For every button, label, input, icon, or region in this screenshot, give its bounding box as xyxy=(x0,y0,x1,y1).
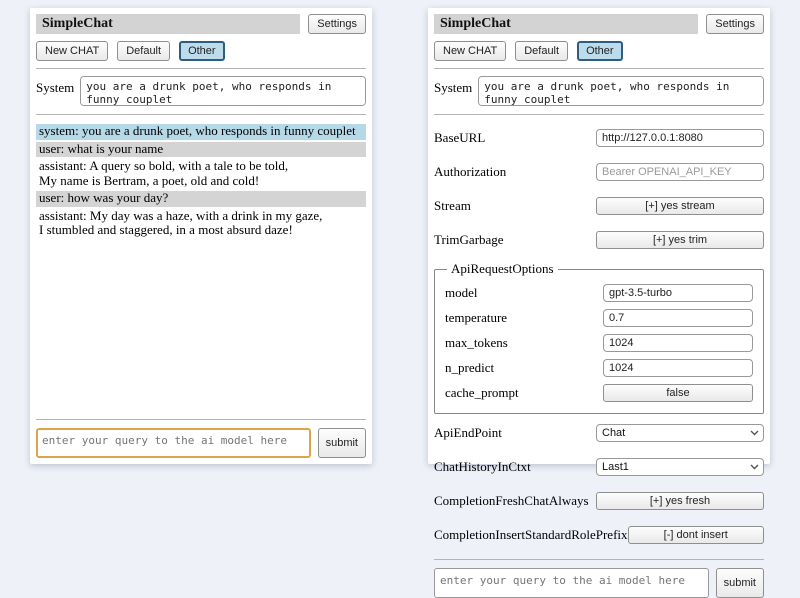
submit-button[interactable]: submit xyxy=(716,568,764,598)
divider xyxy=(434,559,764,560)
empty-space xyxy=(36,241,366,413)
chat-message-line: assistant: My day was a haze, with a dri… xyxy=(39,209,363,224)
chathistoryinctxt-select[interactable]: Last1 xyxy=(596,458,764,476)
query-row: submit xyxy=(36,428,366,458)
settings-panel: SimpleChat Settings New CHAT Default Oth… xyxy=(428,8,770,464)
apiendpoint-label: ApiEndPoint xyxy=(434,425,596,441)
system-prompt-input[interactable]: you are a drunk poet, who responds in fu… xyxy=(478,76,764,106)
session-button-other[interactable]: Other xyxy=(179,41,225,61)
system-label: System xyxy=(434,76,472,96)
n-predict-input[interactable] xyxy=(603,359,753,377)
divider xyxy=(36,419,366,420)
apiendpoint-select[interactable]: Chat xyxy=(596,424,764,442)
cache-prompt-label: cache_prompt xyxy=(445,385,603,401)
setting-row-apiendpoint: ApiEndPoint Chat xyxy=(434,424,764,442)
chat-message-assistant: assistant: My day was a haze, with a dri… xyxy=(36,209,366,239)
session-button-other[interactable]: Other xyxy=(577,41,623,61)
session-buttons: New CHAT Default Other xyxy=(434,41,764,61)
new-chat-button[interactable]: New CHAT xyxy=(434,41,506,61)
max-tokens-input[interactable] xyxy=(603,334,753,352)
chat-message-user: user: how was your day? xyxy=(36,191,366,207)
completioninsertstandardroleprefix-toggle-button[interactable]: [-] dont insert xyxy=(628,526,764,544)
new-chat-button[interactable]: New CHAT xyxy=(36,41,108,61)
api-request-options-legend: ApiRequestOptions xyxy=(447,261,558,277)
system-prompt-input[interactable]: you are a drunk poet, who responds in fu… xyxy=(80,76,366,106)
query-input[interactable] xyxy=(36,428,311,458)
chat-message-system: system: you are a drunk poet, who respon… xyxy=(36,124,366,140)
system-prompt-row: System you are a drunk poet, who respond… xyxy=(36,76,366,106)
settings-button[interactable]: Settings xyxy=(308,14,366,34)
baseurl-input[interactable] xyxy=(596,129,764,147)
chat-message-line: user: what is your name xyxy=(39,142,363,157)
setting-row-completioninsertstandardroleprefix: CompletionInsertStandardRolePrefix [-] d… xyxy=(434,526,764,544)
temperature-input[interactable] xyxy=(603,309,753,327)
setting-row-temperature: temperature xyxy=(445,309,753,327)
session-button-default[interactable]: Default xyxy=(515,41,568,61)
chat-message-user: user: what is your name xyxy=(36,142,366,158)
trimgarbage-toggle-button[interactable]: [+] yes trim xyxy=(596,231,764,249)
setting-row-completionfreshchatalways: CompletionFreshChatAlways [+] yes fresh xyxy=(434,492,764,510)
system-prompt-row: System you are a drunk poet, who respond… xyxy=(434,76,764,106)
setting-row-chathistoryinctxt: ChatHistoryInCtxt Last1 xyxy=(434,458,764,476)
session-button-default[interactable]: Default xyxy=(117,41,170,61)
query-row: submit xyxy=(434,568,764,598)
setting-row-trimgarbage: TrimGarbage [+] yes trim xyxy=(434,231,764,249)
settings-button[interactable]: Settings xyxy=(706,14,764,34)
trimgarbage-label: TrimGarbage xyxy=(434,232,596,248)
setting-row-cache-prompt: cache_prompt false xyxy=(445,384,753,402)
chat-message-line: I stumbled and staggered, in a most absu… xyxy=(39,223,363,238)
setting-row-baseurl: BaseURL xyxy=(434,129,764,147)
chat-panel: SimpleChat Settings New CHAT Default Oth… xyxy=(30,8,372,464)
temperature-label: temperature xyxy=(445,310,603,326)
chat-message-line: assistant: A query so bold, with a tale … xyxy=(39,159,363,174)
chat-log: system: you are a drunk poet, who respon… xyxy=(36,124,366,241)
setting-row-model: model xyxy=(445,284,753,302)
stream-toggle-button[interactable]: [+] yes stream xyxy=(596,197,764,215)
submit-button[interactable]: submit xyxy=(318,428,366,458)
model-label: model xyxy=(445,285,603,301)
completionfreshchatalways-label: CompletionFreshChatAlways xyxy=(434,493,596,509)
authorization-input[interactable] xyxy=(596,163,764,181)
setting-row-n-predict: n_predict xyxy=(445,359,753,377)
setting-row-stream: Stream [+] yes stream xyxy=(434,197,764,215)
app-title: SimpleChat xyxy=(36,14,300,34)
query-input[interactable] xyxy=(434,568,709,598)
divider xyxy=(36,68,366,69)
divider xyxy=(36,114,366,115)
divider xyxy=(434,68,764,69)
app-title: SimpleChat xyxy=(434,14,698,34)
model-input[interactable] xyxy=(603,284,753,302)
header: SimpleChat Settings xyxy=(36,14,366,34)
chathistoryinctxt-label: ChatHistoryInCtxt xyxy=(434,459,596,475)
api-request-options-fieldset: ApiRequestOptions model temperature max_… xyxy=(434,261,764,414)
chat-message-line: My name is Bertram, a poet, old and cold… xyxy=(39,174,363,189)
baseurl-label: BaseURL xyxy=(434,130,596,146)
session-buttons: New CHAT Default Other xyxy=(36,41,366,61)
authorization-label: Authorization xyxy=(434,164,596,180)
chat-message-line: system: you are a drunk poet, who respon… xyxy=(39,124,363,139)
chat-message-assistant: assistant: A query so bold, with a tale … xyxy=(36,159,366,189)
cache-prompt-toggle-button[interactable]: false xyxy=(603,384,753,402)
max-tokens-label: max_tokens xyxy=(445,335,603,351)
setting-row-max-tokens: max_tokens xyxy=(445,334,753,352)
system-label: System xyxy=(36,76,74,96)
setting-row-authorization: Authorization xyxy=(434,163,764,181)
stream-label: Stream xyxy=(434,198,596,214)
header: SimpleChat Settings xyxy=(434,14,764,34)
completioninsertstandardroleprefix-label: CompletionInsertStandardRolePrefix xyxy=(434,527,628,543)
chat-message-line: user: how was your day? xyxy=(39,191,363,206)
completionfreshchatalways-toggle-button[interactable]: [+] yes fresh xyxy=(596,492,764,510)
divider xyxy=(434,114,764,115)
n-predict-label: n_predict xyxy=(445,360,603,376)
